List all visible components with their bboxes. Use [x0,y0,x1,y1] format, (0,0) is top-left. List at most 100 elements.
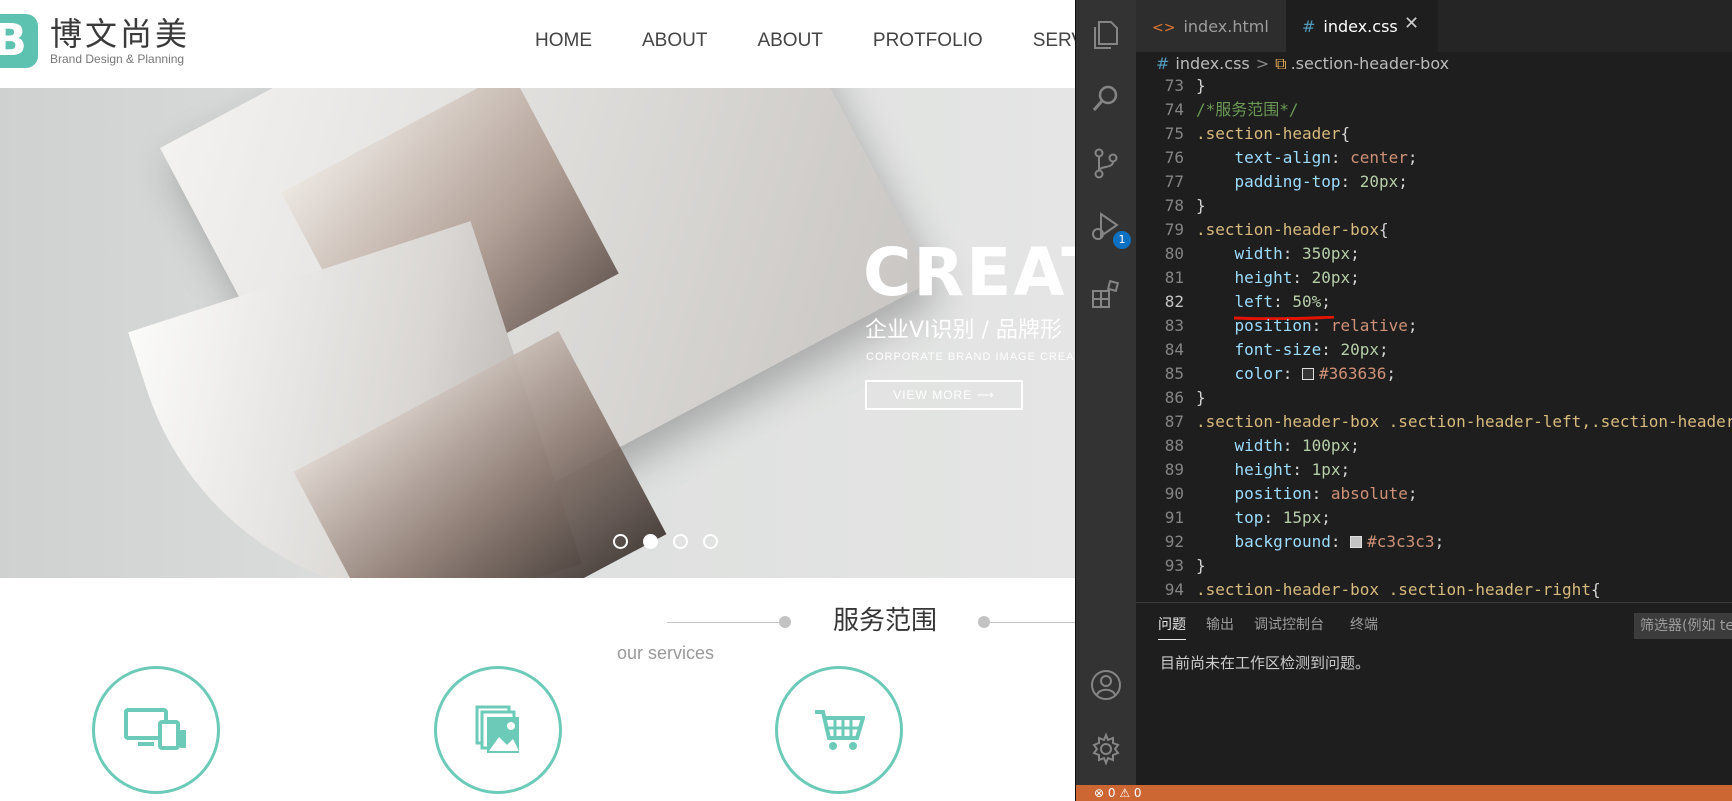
view-more-button[interactable]: VIEW MORE ⟶ [865,380,1023,410]
tab-output[interactable]: 输出 [1206,615,1234,635]
slider-dot[interactable] [613,534,628,549]
code-text: .section-header-box .section-header-righ… [1196,578,1601,602]
code-line[interactable]: 82 left: 50%; [1136,290,1732,314]
code-line[interactable]: 81 height: 20px; [1136,266,1732,290]
extensions-icon[interactable] [1089,278,1123,312]
tab-problems[interactable]: 问题 [1158,615,1186,640]
code-line[interactable]: 77 padding-top: 20px; [1136,170,1732,194]
status-bar: ⊗ 0 ⚠ 0 [1076,785,1732,801]
css-value: 15px [1282,508,1322,527]
services-section: 服务范围 our services [0,578,1075,801]
line-number: 89 [1164,460,1184,479]
css-selector: .section-header-box [1196,220,1380,239]
search-icon[interactable] [1089,82,1123,116]
code-line[interactable]: 84 font-size: 20px; [1136,338,1732,362]
code-line[interactable]: 79 .section-header-box{ [1136,218,1732,242]
code-line[interactable]: 76 text-align: center; [1136,146,1732,170]
css-property: width [1234,244,1283,263]
code-text: height: 1px; [1234,460,1351,479]
tab-index-html[interactable]: <> index.html [1136,0,1286,52]
code-line[interactable]: 73} [1136,78,1732,98]
css-property: color [1234,364,1283,383]
account-icon[interactable] [1089,668,1123,702]
nav-home[interactable]: HOME [535,30,592,52]
css-value: 50% [1292,292,1322,311]
slider-dots [613,534,733,549]
breadcrumb-symbol[interactable]: .section-header-box [1291,54,1450,73]
nav-about[interactable]: ABOUT [642,30,707,52]
explorer-icon[interactable] [1089,18,1123,52]
css-property: position [1234,316,1312,335]
slider-dot[interactable] [703,534,718,549]
code-text: } [1196,554,1206,578]
main-nav: HOME ABOUT ABOUT PROTFOLIO SERVICE [535,30,1075,52]
code-line[interactable]: 89 height: 1px; [1136,458,1732,482]
code-text: font-size: 20px; [1234,340,1389,359]
slider-dot[interactable] [673,534,688,549]
code-line[interactable]: 91 top: 15px; [1136,506,1732,530]
vscode-window: 1 <> index.html # index.css ✕ # index.css > ⧉… [1075,0,1732,801]
logo[interactable]: B 博文尚美 Brand Design & Planning [0,14,190,68]
code-text: } [1196,386,1206,410]
code-editor[interactable]: 73} 74/*服务范围*/ 75 .section-header{76 text-a… [1136,78,1732,602]
code-line[interactable]: 80 width: 350px; [1136,242,1732,266]
breadcrumb: # index.css > ⧉ .section-header-box [1136,52,1732,78]
source-control-icon[interactable] [1089,146,1123,180]
code-text: } [1196,78,1206,98]
code-text: position: relative; [1234,316,1418,335]
logo-text: 博文尚美 Brand Design & Planning [50,16,190,66]
code-line[interactable]: 78} [1136,194,1732,218]
line-number: 93 [1164,556,1184,575]
close-tab-icon[interactable]: ✕ [1404,14,1419,34]
code-line[interactable]: 92 background: #c3c3c3; [1136,530,1732,554]
code-line[interactable]: 94 .section-header-box .section-header-ri… [1136,578,1732,602]
logo-mark-icon: B [0,14,38,68]
code-line[interactable]: 87 .section-header-box .section-header-le… [1136,410,1732,434]
service-devices[interactable] [92,666,220,794]
css-value: #c3c3c3 [1367,532,1435,551]
service-ecommerce[interactable] [775,666,903,794]
service-gallery[interactable] [434,666,562,794]
settings-gear-icon[interactable] [1089,732,1123,766]
line-number: 92 [1164,532,1184,551]
code-line[interactable]: 74 /*服务范围*/ [1136,98,1732,122]
breadcrumb-file[interactable]: index.css [1175,54,1249,73]
code-line[interactable]: 88 width: 100px; [1136,434,1732,458]
line-number: 80 [1164,244,1184,263]
code-line[interactable]: 90 position: absolute; [1136,482,1732,506]
tab-index-css[interactable]: # index.css ✕ [1286,0,1438,52]
tab-label: index.html [1183,17,1269,36]
color-swatch-icon[interactable] [1301,368,1314,380]
tab-label: index.css [1323,17,1398,36]
problems-status[interactable]: ⊗ 0 ⚠ 0 [1094,786,1142,800]
code-text: height: 20px; [1234,268,1360,287]
color-swatch-icon[interactable] [1350,536,1363,548]
code-text: } [1196,194,1206,218]
code-text: .section-header{ [1196,122,1350,146]
code-line[interactable]: 75 .section-header{ [1136,122,1732,146]
nav-about-2[interactable]: ABOUT [757,30,822,52]
css-file-icon: # [1156,54,1170,73]
code-line[interactable]: 93} [1136,554,1732,578]
code-line[interactable]: 86} [1136,386,1732,410]
css-value: 20px [1311,268,1351,287]
site-header: B 博文尚美 Brand Design & Planning HOME ABOU… [0,0,1075,88]
tab-terminal[interactable]: 终端 [1350,615,1378,635]
code-text: /*服务范围*/ [1196,98,1299,122]
line-number: 90 [1164,484,1184,503]
problems-filter-input[interactable]: 筛选器(例如 te [1634,613,1732,639]
html-file-icon: <> [1152,20,1176,36]
code-line[interactable]: 85 color: #363636; [1136,362,1732,386]
code-line[interactable]: 83 position: relative; [1136,314,1732,338]
tab-debug-console[interactable]: 调试控制台 [1254,615,1324,635]
css-value: #363636 [1318,364,1387,383]
nav-portfolio[interactable]: PROTFOLIO [873,30,983,52]
code-text: background: #c3c3c3; [1234,532,1445,551]
nav-service[interactable]: SERVICE [1033,30,1075,52]
line-number: 87 [1164,412,1184,431]
line-number: 86 [1164,388,1184,407]
code-brace: { [1379,220,1389,239]
css-property: width [1234,436,1283,455]
slider-dot-active[interactable] [643,534,658,549]
line-number: 75 [1164,124,1184,143]
